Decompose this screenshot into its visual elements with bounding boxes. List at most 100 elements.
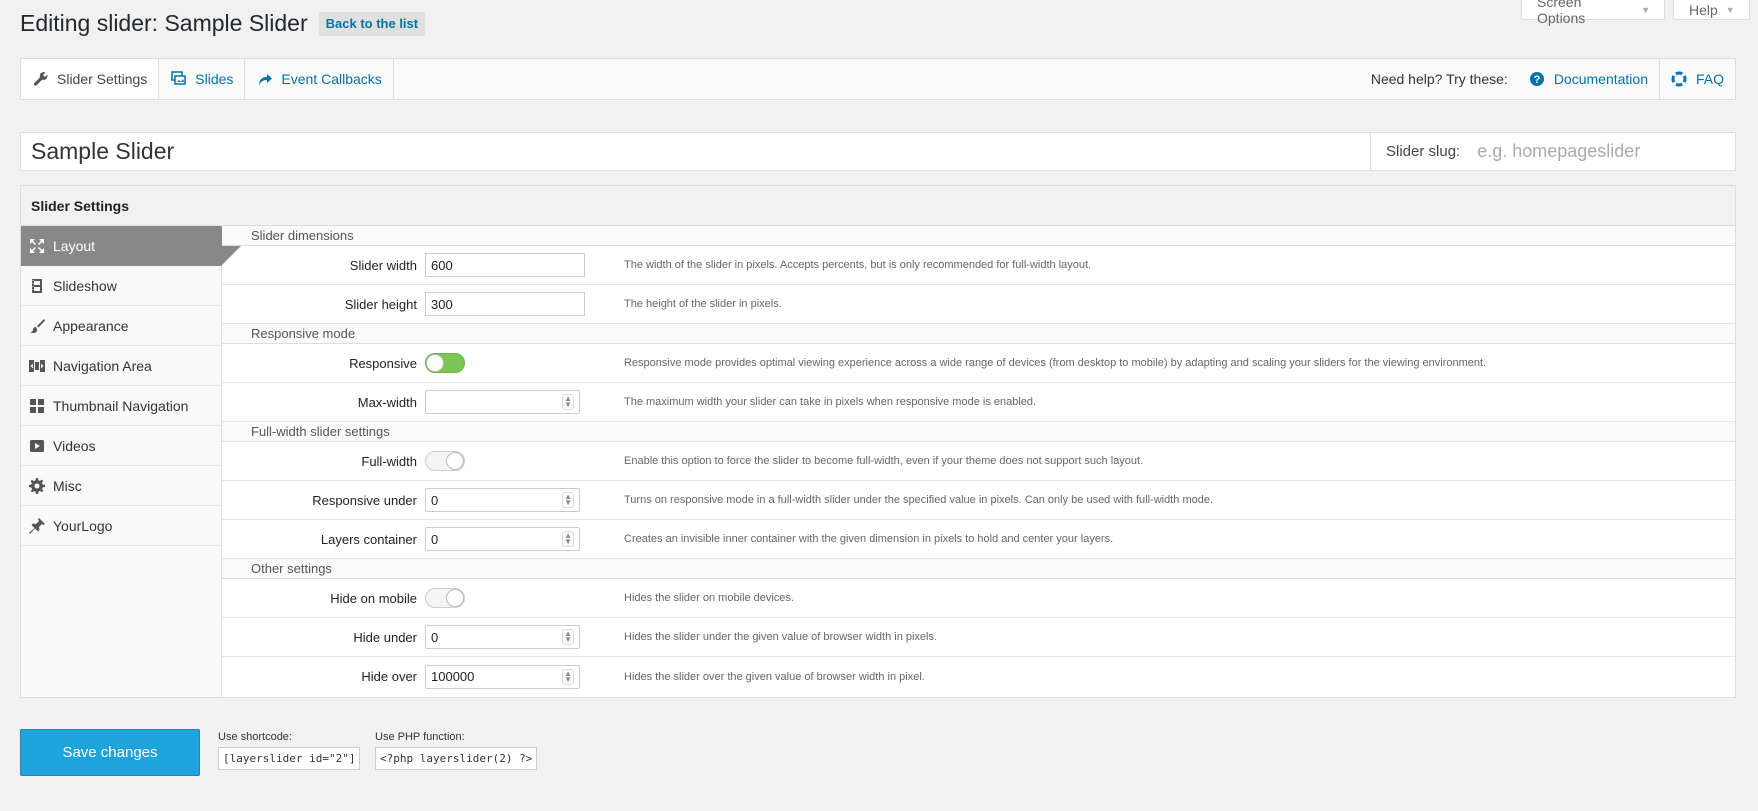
sidebar-item-videos[interactable]: Videos: [21, 426, 221, 466]
full-width-toggle[interactable]: [425, 451, 465, 471]
back-to-list-button[interactable]: Back to the list: [318, 11, 426, 36]
field-control: [425, 588, 624, 608]
wrench-icon: [33, 72, 48, 86]
settings-heading: Slider Settings: [21, 186, 1735, 226]
section-heading: Responsive mode: [222, 324, 1735, 344]
tab-slides[interactable]: Slides: [159, 59, 246, 99]
tab-slider-settings[interactable]: Slider Settings: [21, 59, 160, 99]
section-heading: Full-width slider settings: [222, 422, 1735, 442]
toggle-knob: [446, 589, 464, 607]
field-value: 100000: [431, 669, 475, 684]
field-label: Max-width: [357, 394, 417, 410]
field-label: Hide on mobile: [330, 590, 417, 606]
hide-on-mobile-toggle[interactable]: [425, 588, 465, 608]
field-control: [425, 353, 624, 373]
slider-slug-input[interactable]: [1475, 140, 1680, 163]
slider-title-row: Slider slug:: [20, 132, 1736, 171]
redo-arrow-icon: [259, 74, 273, 85]
help-button[interactable]: Help ▼: [1673, 0, 1750, 20]
film-icon: [32, 278, 42, 293]
faq-link[interactable]: FAQ: [1658, 59, 1735, 99]
field-control: ▲ ▼: [425, 390, 624, 414]
slider-width-input[interactable]: 600: [425, 253, 585, 277]
responsive-under-input[interactable]: 0 ▲ ▼: [425, 488, 580, 512]
save-changes-button[interactable]: Save changes: [20, 729, 200, 776]
screen-meta: Screen Options ▼ Help ▼: [1521, 0, 1750, 26]
lifebuoy-icon: [1671, 71, 1687, 87]
sidebar-item-layout[interactable]: Layout: [21, 226, 241, 266]
sidebar-item-label: Slideshow: [53, 277, 117, 294]
sidebar-item-slideshow[interactable]: Slideshow: [21, 266, 221, 306]
grid-icon: [30, 398, 44, 413]
hide-over-input[interactable]: 100000 ▲ ▼: [425, 664, 580, 689]
hide-under-input[interactable]: 0 ▲ ▼: [425, 625, 580, 649]
navigation-icon: [29, 359, 45, 372]
sidebar-item-yourlogo[interactable]: YourLogo: [21, 506, 221, 546]
setting-row-layers-container: Layers container 0 ▲ ▼ Creates an invisib…: [222, 520, 1735, 559]
max-width-input[interactable]: ▲ ▼: [425, 390, 580, 414]
field-description: Responsive mode provides optimal viewing…: [624, 357, 1487, 369]
sidebar-item-label: Misc: [53, 477, 82, 494]
spinner-arrows-icon[interactable]: ▲ ▼: [562, 668, 574, 685]
sidebar-item-label: Thumbnail Navigation: [53, 397, 189, 414]
field-control: 300: [425, 292, 624, 316]
spinner-arrows-icon[interactable]: ▲ ▼: [562, 531, 574, 547]
responsive-toggle[interactable]: [425, 353, 465, 373]
sidebar-item-label: Layout: [53, 237, 96, 254]
setting-row-responsive-under: Responsive under 0 ▲ ▼ Turns on responsiv…: [222, 481, 1735, 520]
tabbar-spacer: [394, 59, 1371, 99]
page-title: Editing slider: Sample Slider: [20, 10, 308, 36]
field-description: Turns on responsive mode in a full-width…: [624, 494, 1214, 506]
field-value: 0: [431, 492, 439, 508]
slider-slug-group: Slider slug:: [1370, 133, 1735, 170]
sidebar-item-label: Navigation Area: [53, 357, 152, 374]
sidebar-item-navigation-area[interactable]: Navigation Area: [21, 346, 221, 386]
slides-icon: [171, 71, 187, 85]
field-label: Slider height: [344, 296, 417, 312]
screen-options-button[interactable]: Screen Options ▼: [1521, 0, 1665, 26]
main-tabbar: Slider Settings Slides Event Callbacks N…: [20, 58, 1736, 100]
layers-container-input[interactable]: 0 ▲ ▼: [425, 527, 580, 551]
field-control: 100000 ▲ ▼: [425, 664, 624, 689]
php-function-label: Use PHP function:: [375, 731, 465, 743]
field-description: Enable this option to force the slider t…: [624, 455, 1144, 467]
chevron-down-icon: ▼: [1725, 4, 1735, 15]
setting-row-responsive: Responsive Responsive mode provides opti…: [222, 344, 1735, 383]
spinner-arrows-icon[interactable]: ▲ ▼: [562, 492, 574, 508]
toggle-knob: [446, 452, 464, 470]
section-heading: Slider dimensions: [222, 226, 1735, 246]
sidebar-item-appearance[interactable]: Appearance: [21, 306, 221, 346]
setting-row-slider-width: Slider width 600 The width of the slider…: [222, 246, 1735, 285]
field-description: The width of the slider in pixels. Accep…: [624, 259, 1092, 271]
help-prompt: Need help? Try these:: [1370, 71, 1508, 87]
field-control: [425, 451, 624, 471]
sidebar-item-label: YourLogo: [53, 517, 113, 534]
help-label: Help: [1689, 1, 1718, 18]
shortcode-field[interactable]: [layerslider id="2"]: [218, 747, 361, 770]
field-description: The maximum width your slider can take i…: [624, 396, 1037, 408]
documentation-link[interactable]: ? Documentation: [1518, 59, 1659, 99]
field-label: Layers container: [320, 531, 417, 547]
toggle-knob: [426, 354, 444, 372]
spinner-arrows-icon[interactable]: ▲ ▼: [562, 394, 574, 410]
setting-row-hide-over: Hide over 100000 ▲ ▼ Hides the slider ove…: [222, 657, 1735, 696]
field-label: Slider width: [349, 257, 417, 273]
shortcode-label: Use shortcode:: [218, 731, 292, 743]
sidebar-item-misc[interactable]: Misc: [21, 466, 221, 506]
php-function-field[interactable]: <?php layerslider(2) ?>: [375, 747, 538, 770]
slider-height-input[interactable]: 300: [425, 292, 585, 316]
field-label: Responsive: [349, 355, 417, 371]
field-label: Hide over: [361, 669, 417, 684]
spinner-arrows-icon[interactable]: ▲ ▼: [562, 629, 574, 645]
field-label: Responsive under: [312, 492, 417, 508]
field-label: Full-width: [361, 453, 417, 469]
slider-name-input[interactable]: [21, 133, 1370, 170]
sidebar-item-thumbnail-navigation[interactable]: Thumbnail Navigation: [21, 386, 221, 426]
section-heading: Other settings: [222, 559, 1735, 579]
tab-label: Event Callbacks: [281, 71, 382, 87]
tab-event-callbacks[interactable]: Event Callbacks: [245, 59, 394, 99]
field-description: Hides the slider under the given value o…: [624, 631, 938, 643]
field-description: Hides the slider over the given value of…: [624, 670, 925, 683]
setting-row-hide-on-mobile: Hide on mobile Hides the slider on mobil…: [222, 579, 1735, 618]
php-function-group: Use PHP function: <?php layerslider(2) ?…: [375, 731, 538, 770]
